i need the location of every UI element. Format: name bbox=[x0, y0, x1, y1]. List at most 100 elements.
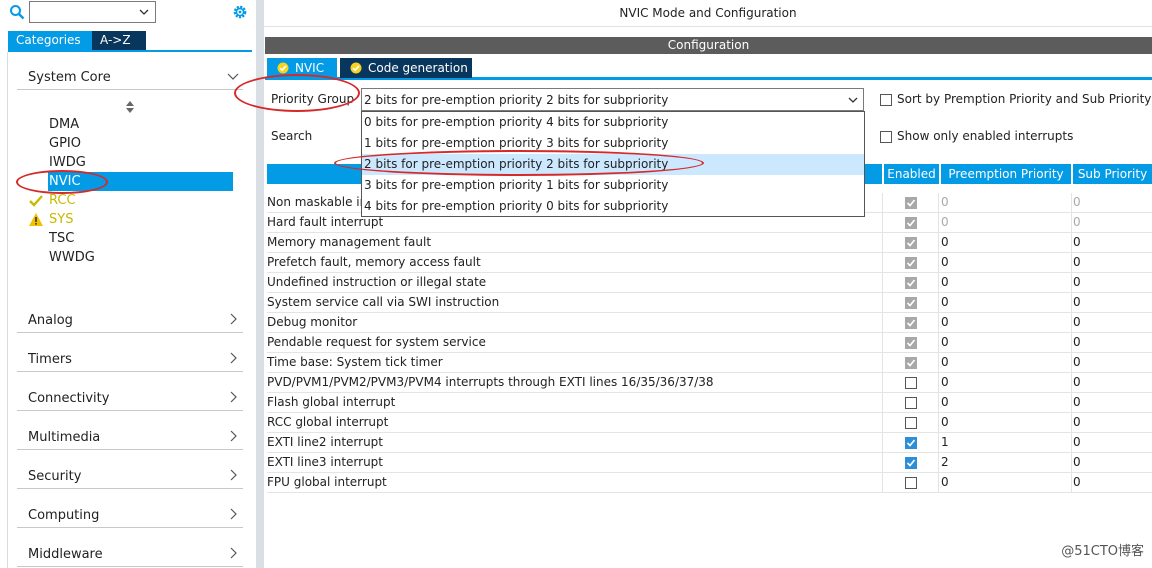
table-row[interactable]: Flash global interrupt 0 0 bbox=[267, 393, 1152, 413]
gear-icon[interactable] bbox=[231, 3, 249, 21]
enabled-checkbox[interactable] bbox=[905, 477, 917, 489]
enabled-cell bbox=[882, 253, 939, 273]
column-divider bbox=[1071, 413, 1072, 433]
preemption-priority[interactable]: 0 bbox=[941, 355, 949, 369]
column-header-preemption[interactable]: Preemption Priority bbox=[941, 164, 1071, 184]
category-middleware[interactable]: Middleware bbox=[17, 541, 243, 567]
column-divider bbox=[1071, 313, 1072, 333]
category-multimedia[interactable]: Multimedia bbox=[17, 424, 243, 450]
sort-icon[interactable] bbox=[126, 101, 134, 113]
preemption-priority[interactable]: 0 bbox=[941, 375, 949, 389]
table-row[interactable]: PVD/PVM1/PVM2/PVM3/PVM4 interrupts throu… bbox=[267, 373, 1152, 393]
peripheral-dma[interactable]: DMA bbox=[48, 115, 233, 134]
preemption-priority[interactable]: 2 bbox=[941, 455, 949, 469]
table-row[interactable]: Undefined instruction or illegal state 0 0 bbox=[267, 273, 1152, 293]
enabled-checkbox bbox=[905, 277, 917, 289]
sub-priority[interactable]: 0 bbox=[1073, 335, 1081, 349]
table-row[interactable]: EXTI line3 interrupt 2 0 bbox=[267, 453, 1152, 473]
peripheral-sys[interactable]: SYS bbox=[29, 210, 233, 229]
column-header-sub-priority[interactable]: Sub Priority bbox=[1073, 164, 1152, 184]
table-row[interactable]: System service call via SWI instruction 0… bbox=[267, 293, 1152, 313]
sub-priority[interactable]: 0 bbox=[1073, 315, 1081, 329]
enabled-cell bbox=[882, 473, 939, 493]
sub-priority[interactable]: 0 bbox=[1073, 375, 1081, 389]
table-row[interactable]: RCC global interrupt 0 0 bbox=[267, 413, 1152, 433]
enabled-cell bbox=[882, 273, 939, 293]
preemption-priority[interactable]: 0 bbox=[941, 335, 949, 349]
preemption-priority[interactable]: 0 bbox=[941, 475, 949, 489]
sub-priority[interactable]: 0 bbox=[1073, 235, 1081, 249]
interrupt-name: PVD/PVM1/PVM2/PVM3/PVM4 interrupts throu… bbox=[267, 375, 714, 389]
category-connectivity[interactable]: Connectivity bbox=[17, 385, 243, 411]
category-analog[interactable]: Analog bbox=[17, 307, 243, 333]
table-row[interactable]: Time base: System tick timer 0 0 bbox=[267, 353, 1152, 373]
preemption-priority[interactable]: 0 bbox=[941, 235, 949, 249]
preemption-priority[interactable]: 0 bbox=[941, 275, 949, 289]
sub-priority[interactable]: 0 bbox=[1073, 475, 1081, 489]
preemption-priority[interactable]: 1 bbox=[941, 435, 949, 449]
preemption-priority[interactable]: 0 bbox=[941, 255, 949, 269]
annotation-ellipse bbox=[234, 74, 360, 112]
enabled-cell bbox=[882, 333, 939, 353]
peripheral-wwdg[interactable]: WWDG bbox=[48, 248, 233, 267]
search-combobox[interactable] bbox=[29, 1, 156, 23]
chevron-right-icon bbox=[230, 391, 237, 403]
peripheral-rcc[interactable]: RCC bbox=[29, 191, 233, 210]
table-row[interactable]: EXTI line2 interrupt 1 0 bbox=[267, 433, 1152, 453]
preemption-priority[interactable]: 0 bbox=[941, 295, 949, 309]
sub-priority[interactable]: 0 bbox=[1073, 295, 1081, 309]
tab-a-to-z[interactable]: A->Z bbox=[92, 31, 146, 50]
sub-priority[interactable]: 0 bbox=[1073, 435, 1081, 449]
table-row[interactable]: Memory management fault 0 0 bbox=[267, 233, 1152, 253]
dropdown-option[interactable]: 0 bits for pre-emption priority 4 bits f… bbox=[362, 112, 864, 133]
sub-priority: 0 bbox=[1073, 195, 1081, 209]
category-security[interactable]: Security bbox=[17, 463, 243, 489]
warning-icon bbox=[29, 213, 43, 226]
category-label: Connectivity bbox=[28, 391, 110, 406]
sub-priority[interactable]: 0 bbox=[1073, 455, 1081, 469]
sub-priority[interactable]: 0 bbox=[1073, 255, 1081, 269]
enabled-checkbox[interactable] bbox=[905, 417, 917, 429]
column-divider bbox=[1071, 453, 1072, 473]
interrupt-name: Prefetch fault, memory access fault bbox=[267, 255, 481, 269]
enabled-checkbox bbox=[905, 337, 917, 349]
chevron-down-icon bbox=[227, 73, 239, 80]
category-timers[interactable]: Timers bbox=[17, 346, 243, 372]
sub-priority[interactable]: 0 bbox=[1073, 355, 1081, 369]
table-row[interactable]: FPU global interrupt 0 0 bbox=[267, 473, 1152, 493]
preemption-priority[interactable]: 0 bbox=[941, 315, 949, 329]
configuration-header: Configuration bbox=[265, 37, 1152, 54]
column-divider bbox=[1071, 333, 1072, 353]
enabled-checkbox[interactable] bbox=[905, 397, 917, 409]
enabled-checkbox[interactable] bbox=[905, 377, 917, 389]
preemption-priority[interactable]: 0 bbox=[941, 395, 949, 409]
dropdown-option[interactable]: 3 bits for pre-emption priority 1 bits f… bbox=[362, 175, 864, 196]
table-row[interactable]: Pendable request for system service 0 0 bbox=[267, 333, 1152, 353]
column-divider bbox=[1071, 353, 1072, 373]
tab-code-generation[interactable]: Code generation bbox=[340, 58, 472, 78]
chevron-right-icon bbox=[230, 469, 237, 481]
enabled-checkbox bbox=[905, 357, 917, 369]
category-system-core[interactable]: System Core bbox=[17, 64, 243, 90]
peripheral-label: SYS bbox=[49, 212, 74, 227]
search-icon[interactable] bbox=[9, 4, 25, 20]
sub-priority[interactable]: 0 bbox=[1073, 395, 1081, 409]
priority-group-select[interactable]: 2 bits for pre-emption priority 2 bits f… bbox=[361, 88, 864, 111]
category-label: System Core bbox=[28, 70, 111, 85]
sub-priority[interactable]: 0 bbox=[1073, 415, 1081, 429]
enabled-checkbox[interactable] bbox=[905, 457, 917, 469]
peripheral-iwdg[interactable]: IWDG bbox=[48, 153, 233, 172]
table-row[interactable]: Debug monitor 0 0 bbox=[267, 313, 1152, 333]
table-row[interactable]: Prefetch fault, memory access fault 0 0 bbox=[267, 253, 1152, 273]
column-header-enabled[interactable]: Enabled bbox=[884, 164, 939, 184]
tab-categories[interactable]: Categories bbox=[8, 31, 92, 50]
category-computing[interactable]: Computing bbox=[17, 502, 243, 528]
checkbox[interactable] bbox=[880, 131, 892, 143]
preemption-priority[interactable]: 0 bbox=[941, 415, 949, 429]
peripheral-tsc[interactable]: TSC bbox=[48, 229, 233, 248]
enabled-checkbox[interactable] bbox=[905, 437, 917, 449]
checkbox[interactable] bbox=[880, 94, 892, 106]
peripheral-gpio[interactable]: GPIO bbox=[48, 134, 233, 153]
sub-priority[interactable]: 0 bbox=[1073, 275, 1081, 289]
dropdown-option[interactable]: 4 bits for pre-emption priority 0 bits f… bbox=[362, 196, 864, 217]
